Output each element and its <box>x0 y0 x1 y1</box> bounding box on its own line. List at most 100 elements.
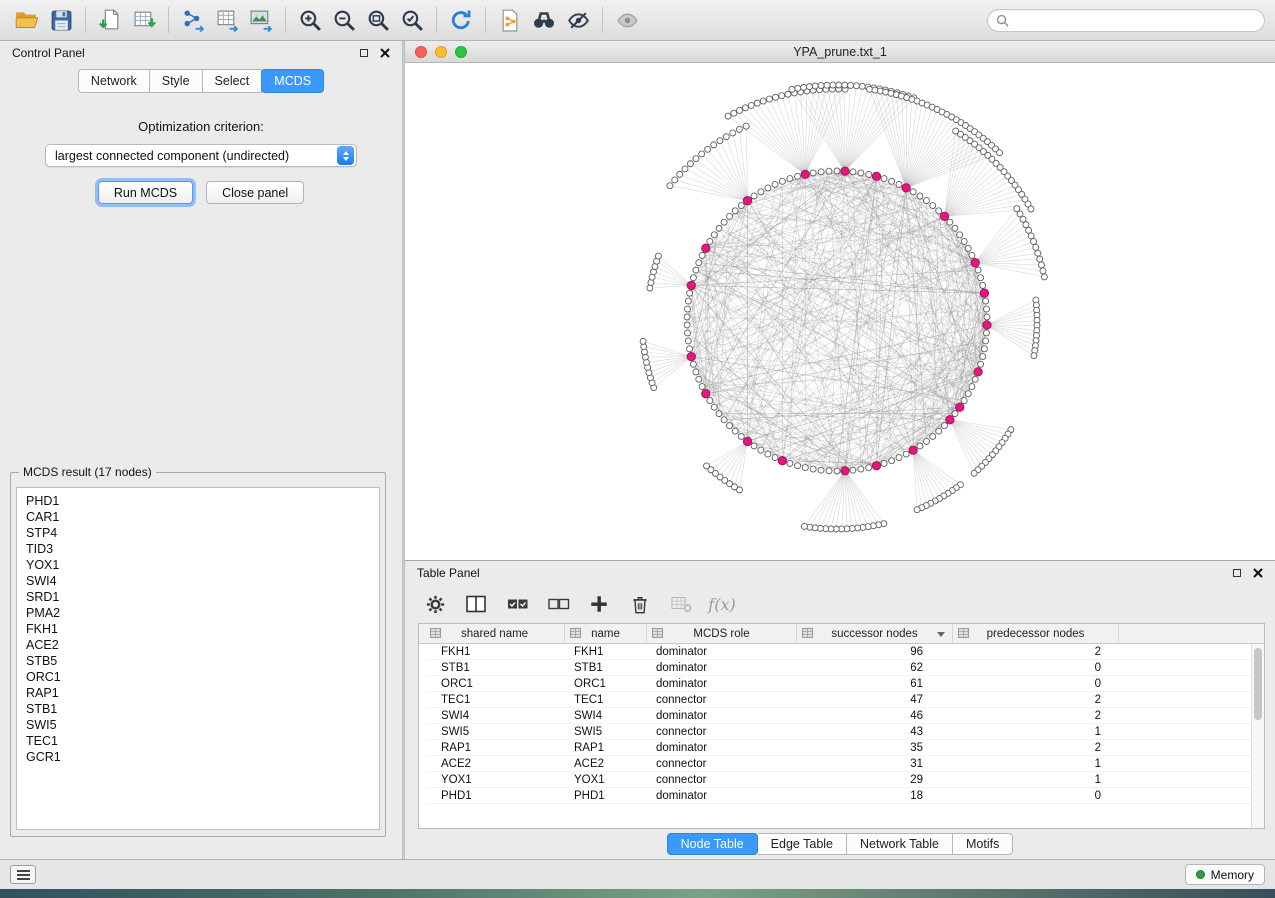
cell-name: STB1 <box>565 660 647 675</box>
cell-successor-nodes: 18 <box>797 788 953 803</box>
share-document-button[interactable] <box>493 4 527 36</box>
export-network-button[interactable] <box>176 4 210 36</box>
mcds-result-item[interactable]: STB1 <box>26 701 370 717</box>
open-session-button[interactable] <box>10 4 44 36</box>
tab-motifs[interactable]: Motifs <box>953 833 1013 855</box>
window-zoom-button[interactable] <box>455 46 467 58</box>
window-close-button[interactable] <box>415 46 427 58</box>
table-toolbar: f(x) <box>405 585 1275 623</box>
zoom-in-button[interactable] <box>293 4 327 36</box>
zoom-out-button[interactable] <box>327 4 361 36</box>
tab-node-table[interactable]: Node Table <box>667 833 758 855</box>
toolbar-separator <box>168 7 169 33</box>
zoom-selected-button[interactable] <box>395 4 429 36</box>
cell-MCDS-role: dominator <box>647 788 797 803</box>
close-panel-button[interactable]: Close panel <box>206 181 304 204</box>
zoom-fit-button[interactable] <box>361 4 395 36</box>
import-network-button[interactable] <box>93 4 127 36</box>
tab-mcds[interactable]: MCDS <box>261 69 324 93</box>
cell-successor-nodes: 43 <box>797 724 953 739</box>
close-panel-icon[interactable] <box>380 48 390 58</box>
float-panel-icon[interactable] <box>360 49 368 57</box>
cell-shared-name: FKH1 <box>425 644 565 659</box>
table-row[interactable]: FKH1FKH1dominator962 <box>425 644 1264 660</box>
mcds-result-item[interactable]: FKH1 <box>26 621 370 637</box>
table-row[interactable]: YOX1YOX1connector291 <box>425 772 1264 788</box>
column-settings-button[interactable] <box>423 592 447 616</box>
deselect-all-rows-button[interactable] <box>546 592 570 616</box>
mcds-result-item[interactable]: ORC1 <box>26 669 370 685</box>
mcds-result-item[interactable]: TID3 <box>26 541 370 557</box>
import-table-button[interactable] <box>127 4 161 36</box>
table-scrollbar[interactable] <box>1251 644 1264 828</box>
column-header-MCDS-role[interactable]: MCDS role <box>647 624 797 643</box>
table-row[interactable]: ORC1ORC1dominator610 <box>425 676 1264 692</box>
mcds-result-item[interactable]: PHD1 <box>26 493 370 509</box>
export-image-button[interactable] <box>244 4 278 36</box>
delete-column-button[interactable] <box>628 592 652 616</box>
add-column-button[interactable] <box>587 592 611 616</box>
mcds-result-item[interactable]: CAR1 <box>26 509 370 525</box>
mcds-result-list[interactable]: PHD1CAR1STP4TID3YOX1SWI4SRD1PMA2FKH1ACE2… <box>16 487 380 830</box>
search-network-button[interactable] <box>527 4 561 36</box>
global-search[interactable] <box>987 9 1265 32</box>
table-row[interactable]: PHD1PHD1dominator180 <box>425 788 1264 804</box>
select-all-rows-button[interactable] <box>505 592 529 616</box>
selected-criterion: largest connected component (undirected) <box>46 149 337 163</box>
column-header-successor-nodes[interactable]: successor nodes <box>797 624 953 643</box>
mcds-result-item[interactable]: SWI5 <box>26 717 370 733</box>
status-menu-button[interactable] <box>10 865 36 884</box>
zoom-selected-icon <box>400 8 425 33</box>
table-row[interactable]: SWI4SWI4dominator462 <box>425 708 1264 724</box>
mcds-result-item[interactable]: YOX1 <box>26 557 370 573</box>
cell-MCDS-role: connector <box>647 692 797 707</box>
search-input[interactable] <box>1015 13 1256 27</box>
node-table: shared namenameMCDS rolesuccessor nodesp… <box>418 623 1265 829</box>
memory-button[interactable]: Memory <box>1185 864 1265 885</box>
mcds-result-item[interactable]: ACE2 <box>26 637 370 653</box>
column-type-icon <box>802 628 813 638</box>
mcds-result-item[interactable]: SRD1 <box>26 589 370 605</box>
mcds-result-item[interactable]: RAP1 <box>26 685 370 701</box>
delete-table-icon <box>670 594 693 614</box>
tab-style[interactable]: Style <box>150 69 203 93</box>
table-row[interactable]: TEC1TEC1connector472 <box>425 692 1264 708</box>
mcds-result-item[interactable]: PMA2 <box>26 605 370 621</box>
column-header-predecessor-nodes[interactable]: predecessor nodes <box>953 624 1119 643</box>
float-table-panel-icon[interactable] <box>1233 569 1241 577</box>
save-session-button[interactable] <box>44 4 78 36</box>
refresh-view-button[interactable] <box>444 4 478 36</box>
network-graph[interactable] <box>405 63 1273 560</box>
mcds-result-item[interactable]: TEC1 <box>26 733 370 749</box>
network-canvas[interactable] <box>405 63 1275 560</box>
mcds-result-item[interactable]: STP4 <box>26 525 370 541</box>
cell-name: TEC1 <box>565 692 647 707</box>
column-header-shared-name[interactable]: shared name <box>425 624 565 643</box>
run-mcds-button[interactable]: Run MCDS <box>98 181 193 204</box>
table-row[interactable]: SWI5SWI5connector431 <box>425 724 1264 740</box>
table-row[interactable]: ACE2ACE2connector311 <box>425 756 1264 772</box>
table-row[interactable]: RAP1RAP1dominator352 <box>425 740 1264 756</box>
tab-edge-table[interactable]: Edge Table <box>758 833 847 855</box>
export-table-button[interactable] <box>210 4 244 36</box>
tab-select[interactable]: Select <box>203 69 263 93</box>
mcds-result-item[interactable]: STB5 <box>26 653 370 669</box>
cell-shared-name: PHD1 <box>425 788 565 803</box>
table-panel: Table Panel <box>405 561 1275 859</box>
column-type-icon <box>430 628 441 638</box>
hide-graphics-button[interactable] <box>561 4 595 36</box>
close-table-panel-icon[interactable] <box>1253 568 1263 578</box>
cell-MCDS-role: dominator <box>647 740 797 755</box>
cell-predecessor-nodes: 2 <box>953 644 1119 659</box>
cell-name: YOX1 <box>565 772 647 787</box>
mcds-result-item[interactable]: SWI4 <box>26 573 370 589</box>
optimization-criterion-select[interactable]: largest connected component (undirected) <box>45 144 357 167</box>
tab-network-table[interactable]: Network Table <box>847 833 953 855</box>
column-header-name[interactable]: name <box>565 624 647 643</box>
table-scrollbar-thumb[interactable] <box>1254 648 1262 720</box>
column-selector-button[interactable] <box>464 592 488 616</box>
table-row[interactable]: STB1STB1dominator620 <box>425 660 1264 676</box>
window-minimize-button[interactable] <box>435 46 447 58</box>
tab-network[interactable]: Network <box>78 69 150 93</box>
mcds-result-item[interactable]: GCR1 <box>26 749 370 765</box>
